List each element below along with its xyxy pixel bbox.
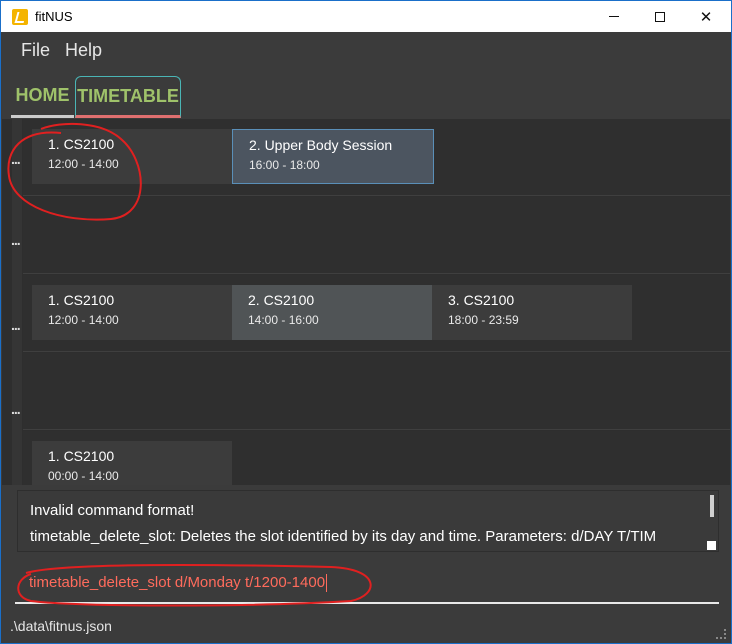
command-box[interactable]: timetable_delete_slot d/Monday t/1200-14… [15,562,719,604]
slot-card[interactable]: 1. CS2100 12:00 - 14:00 [32,129,232,184]
window-title: fitNUS [35,9,73,24]
timetable-row [23,197,730,274]
row-marker: ... [11,317,21,333]
slot-title: 1. CS2100 [48,136,115,152]
timetable-panel[interactable]: ... 1. CS2100 12:00 - 14:00 2. Upper Bod… [2,119,730,485]
menu-file[interactable]: File [21,40,50,61]
command-value: timetable_delete_slot d/Monday t/1200-14… [29,574,326,591]
timetable-row: 1. CS2100 12:00 - 14:00 2. Upper Body Se… [23,119,730,196]
result-line: Invalid command format! [30,502,195,519]
app-logo-icon [12,9,28,25]
resize-corner [707,541,716,550]
close-icon: ✕ [699,8,713,26]
maximize-button[interactable] [637,1,683,32]
slot-time: 18:00 - 23:59 [448,313,519,327]
slot-time: 16:00 - 18:00 [249,158,320,172]
slot-title: 2. Upper Body Session [249,137,393,153]
slot-card[interactable]: 1. CS2100 12:00 - 14:00 [32,285,232,340]
slot-title: 3. CS2100 [448,292,515,308]
slot-time: 12:00 - 14:00 [48,313,119,327]
result-line: timetable_delete_slot: Deletes the slot … [30,528,657,545]
app-window: fitNUS ✕ File Help HOME TIMETABLE ... 1.… [0,0,732,644]
command-input[interactable]: timetable_delete_slot d/Monday t/1200-14… [29,574,328,593]
slot-card-selected[interactable]: 2. Upper Body Session 16:00 - 18:00 [232,129,434,184]
slot-time: 14:00 - 16:00 [248,313,319,327]
tab-timetable[interactable]: TIMETABLE [75,76,181,118]
resize-grip-icon[interactable] [716,629,726,639]
status-bar: .\data\fitnus.json [2,611,730,643]
menu-help[interactable]: Help [65,40,102,61]
save-file-path: .\data\fitnus.json [10,618,112,634]
timetable-row [23,353,730,430]
tab-home[interactable]: HOME [11,76,74,118]
result-scrollbar[interactable] [710,495,714,517]
slot-title: 1. CS2100 [48,292,115,308]
result-display[interactable]: Invalid command format! timetable_delete… [17,490,719,552]
minimize-icon [609,16,619,17]
menu-bar: File Help [2,32,730,66]
timetable-scroll-strip[interactable] [12,119,22,485]
row-marker: ... [11,401,21,417]
close-button[interactable]: ✕ [683,1,729,32]
timetable-row: 1. CS2100 12:00 - 14:00 2. CS2100 14:00 … [23,275,730,352]
slot-title: 1. CS2100 [48,448,115,464]
minimize-button[interactable] [591,1,637,32]
slot-title: 2. CS2100 [248,292,315,308]
maximize-icon [655,11,665,22]
timetable-row: 1. CS2100 00:00 - 14:00 [23,431,730,485]
slot-card[interactable]: 2. CS2100 14:00 - 16:00 [232,285,432,340]
text-caret [326,574,328,593]
slot-time: 00:00 - 14:00 [48,469,119,483]
row-marker: ... [11,232,21,248]
slot-time: 12:00 - 14:00 [48,157,119,171]
slot-card[interactable]: 1. CS2100 00:00 - 14:00 [32,441,232,485]
row-marker: ... [11,151,21,167]
tab-bar: HOME TIMETABLE [2,66,730,119]
title-bar[interactable]: fitNUS ✕ [1,1,731,32]
slot-card[interactable]: 3. CS2100 18:00 - 23:59 [432,285,632,340]
